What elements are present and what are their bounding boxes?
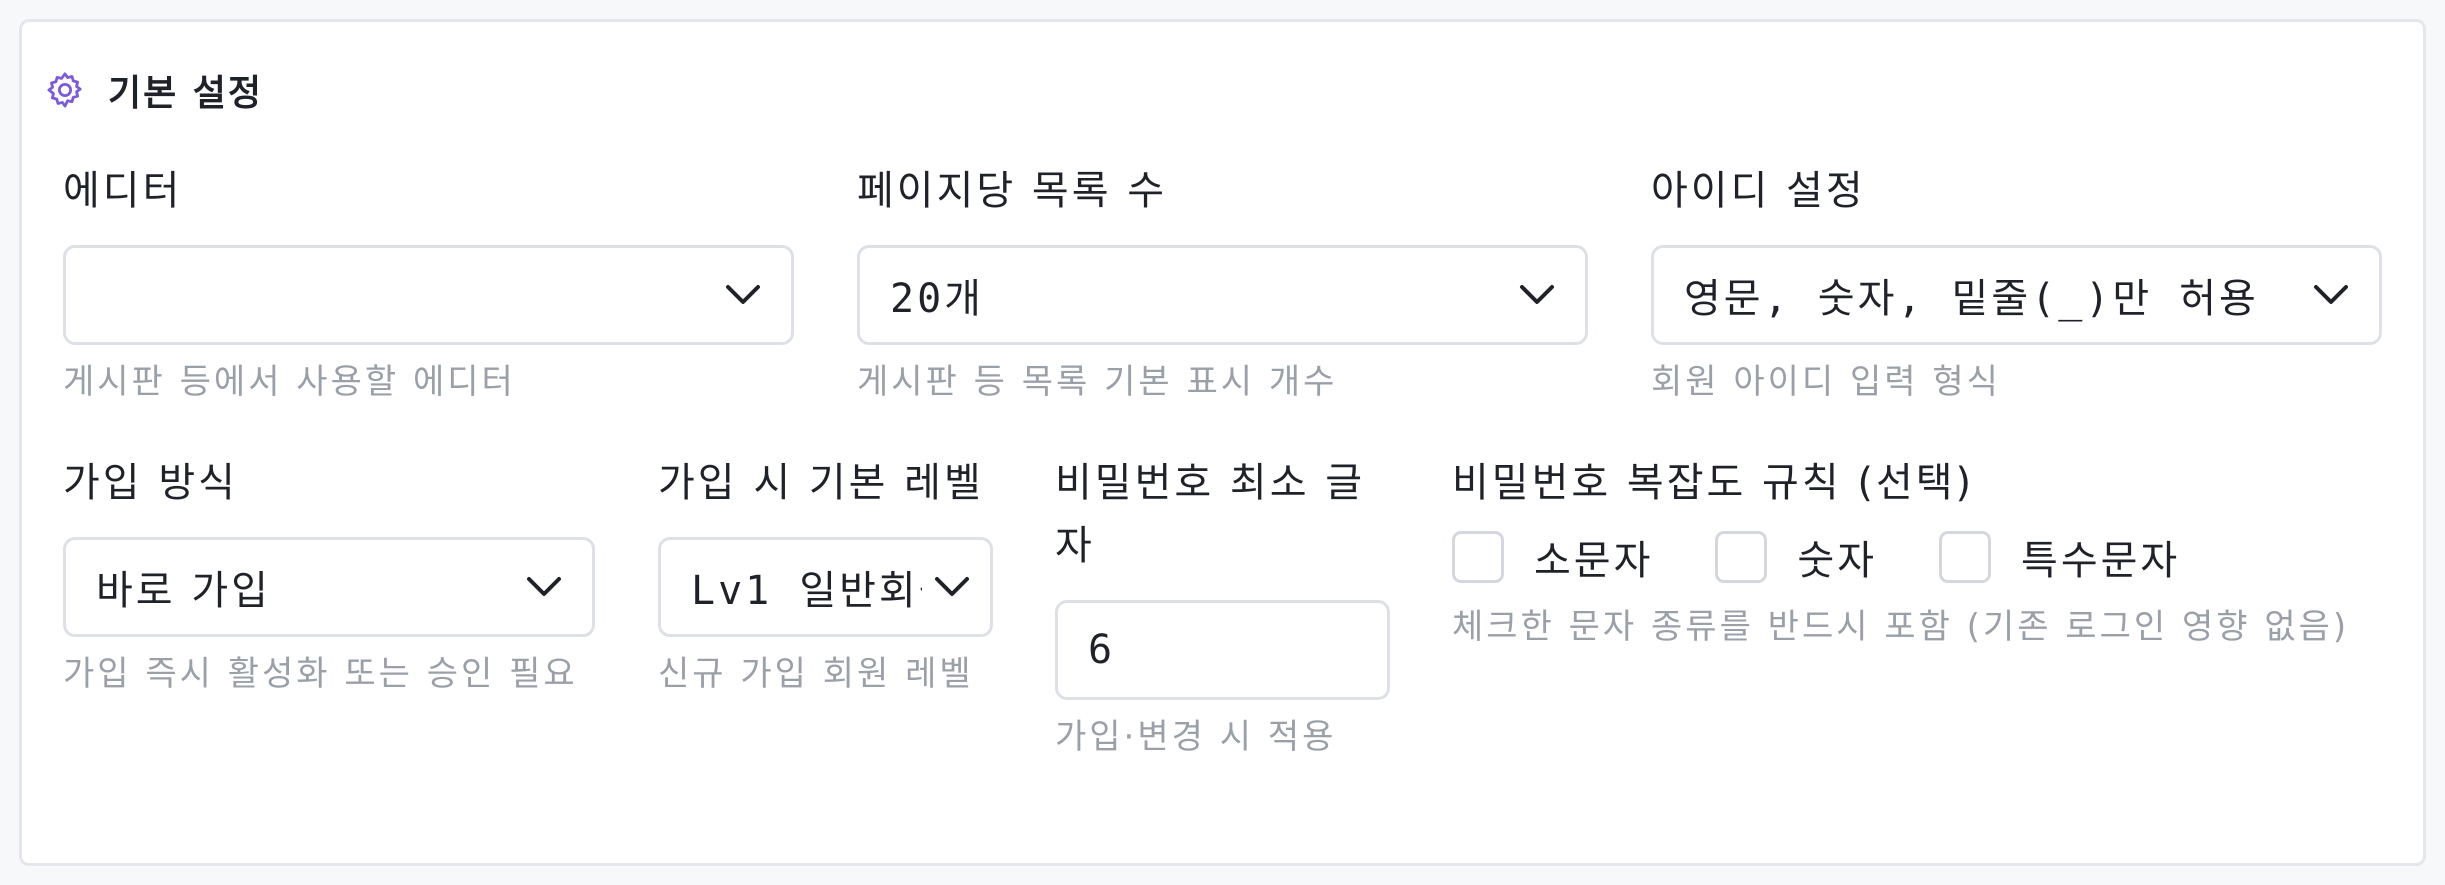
join-level-label: 가입 시 기본 레벨	[658, 460, 984, 506]
password-min-help: 가입·변경 시 적용	[1055, 717, 1337, 757]
join-level-help: 신규 가입 회원 레벨	[658, 654, 974, 694]
editor-help: 게시판 등에서 사용할 에디터	[63, 362, 516, 402]
join-mode-field: 가입 방식 바로 가입 가입 즉시 활성화 또는 승인 필요	[63, 452, 595, 702]
join-mode-help: 가입 즉시 활성화 또는 승인 필요	[63, 654, 578, 694]
join-level-field: 가입 시 기본 레벨 Lv1 일반회원 신규 가입 회원 레벨	[658, 452, 993, 702]
per-page-field: 페이지당 목록 수 20개 게시판 등 목록 기본 표시 개수	[857, 160, 1588, 410]
section-header: 기본 설정	[44, 66, 263, 114]
chevron-down-icon	[527, 577, 561, 596]
chevron-down-icon	[935, 577, 969, 596]
id-setting-select-value: 영문, 숫자, 밑줄(_)만 허용	[1684, 276, 2259, 322]
id-setting-help: 회원 아이디 입력 형식	[1651, 362, 2001, 402]
checkbox-box[interactable]	[1939, 531, 1992, 583]
join-level-select[interactable]: Lv1 일반회원	[658, 537, 993, 637]
per-page-label: 페이지당 목록 수	[857, 168, 1168, 214]
password-min-input[interactable]: 6	[1055, 600, 1390, 700]
chevron-down-icon	[2314, 285, 2348, 304]
password-min-field: 비밀번호 최소 글자 6 가입·변경 시 적용	[1055, 452, 1390, 765]
join-mode-label: 가입 방식	[63, 460, 238, 506]
id-setting-field: 아이디 설정 영문, 숫자, 밑줄(_)만 허용 회원 아이디 입력 형식	[1651, 160, 2382, 410]
checkbox-label: 소문자	[1534, 538, 1654, 584]
number-checkbox[interactable]: 숫자	[1715, 528, 1877, 586]
per-page-select-value: 20개	[890, 276, 984, 322]
checkbox-label: 특수문자	[2021, 538, 2181, 584]
password-rules-label: 비밀번호 복잡도 규칙 (선택)	[1452, 460, 1975, 506]
password-rules-help: 체크한 문자 종류를 반드시 포함 (기존 로그인 영향 없음)	[1452, 607, 2350, 647]
password-min-label: 비밀번호 최소 글자	[1055, 460, 1366, 569]
join-level-select-value: Lv1 일반회원	[691, 568, 922, 614]
checkbox-box[interactable]	[1715, 531, 1768, 583]
checkbox-label: 숫자	[1797, 538, 1878, 584]
special-char-checkbox[interactable]: 특수문자	[1939, 528, 2180, 586]
id-setting-select[interactable]: 영문, 숫자, 밑줄(_)만 허용	[1651, 245, 2382, 345]
password-rules-field: 비밀번호 복잡도 규칙 (선택) 소문자 숫자 특수문자 체크한 문자 종류를 …	[1452, 452, 2382, 655]
chevron-down-icon	[726, 285, 760, 304]
password-min-input-value: 6	[1088, 627, 1116, 673]
password-rules-options: 소문자 숫자 특수문자	[1452, 515, 2382, 599]
editor-field: 에디터 게시판 등에서 사용할 에디터	[63, 160, 794, 410]
editor-select[interactable]	[63, 245, 794, 345]
join-mode-select[interactable]: 바로 가입	[63, 537, 595, 637]
checkbox-box[interactable]	[1452, 531, 1504, 583]
gear-icon	[47, 72, 82, 108]
join-mode-select-value: 바로 가입	[96, 568, 271, 614]
per-page-select[interactable]: 20개	[857, 245, 1588, 345]
lowercase-checkbox[interactable]: 소문자	[1452, 528, 1653, 586]
section-title: 기본 설정	[108, 73, 264, 114]
id-setting-label: 아이디 설정	[1651, 168, 1866, 214]
editor-label: 에디터	[63, 168, 183, 214]
per-page-help: 게시판 등 목록 기본 표시 개수	[857, 362, 1338, 402]
chevron-down-icon	[1520, 285, 1554, 304]
